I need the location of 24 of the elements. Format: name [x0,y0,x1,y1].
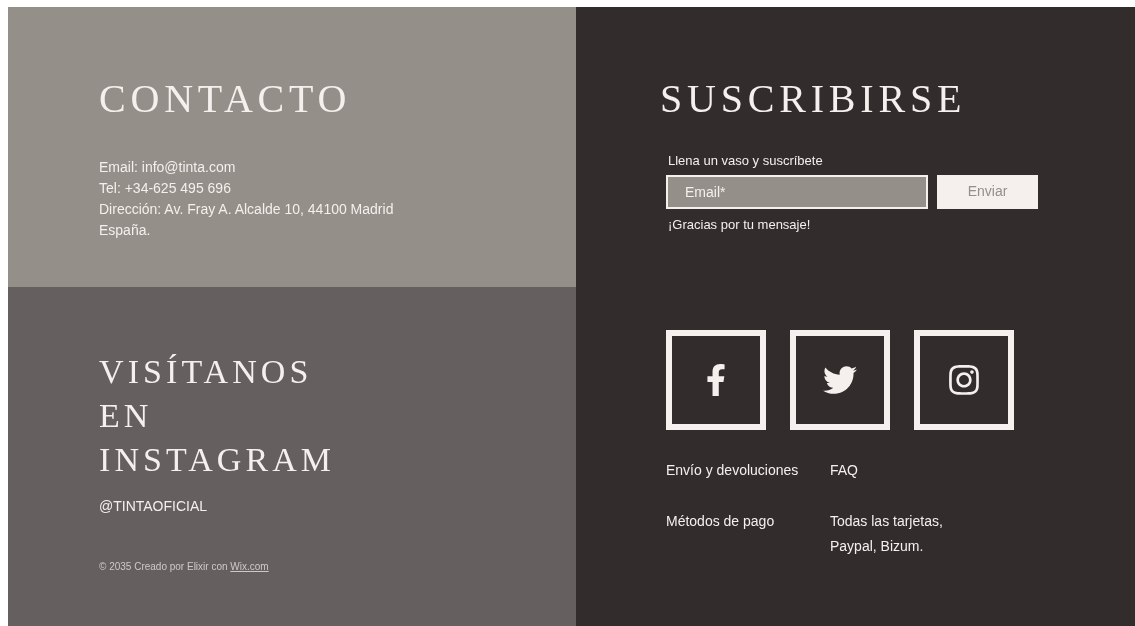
instagram-handle: @TINTAOFICIAL [99,497,208,516]
social-link[interactable] [914,330,1014,430]
contact-line: España. [99,221,152,240]
wix-link[interactable]: Wix.com [230,561,269,572]
subscribe-heading: SUSCRIBIRSE [660,77,967,121]
subscribe-prompt: Llena un vaso y suscríbete [668,152,823,170]
camera-icon [947,363,981,397]
contact-heading: CONTACTO [99,77,353,121]
info-link[interactable]: Envío y devoluciones [666,458,830,483]
instagram-heading: VISÍTANOS [99,352,313,392]
contact-line: Tel: +34-625 495 696 [99,179,232,198]
email-field[interactable]: Email* [666,174,928,209]
confirmation-message: ¡Gracias por tu mensaje! [668,215,811,234]
instagram-heading: EN [99,396,153,436]
bird-icon [823,363,857,397]
info-text: FAQ [830,461,859,480]
social-link[interactable] [790,330,890,430]
instagram-heading: INSTAGRAM [99,440,336,480]
social-link[interactable] [666,330,766,430]
contact-line: Dirección: Av. Fray A. Alcalde 10, 44100 Madrid [99,200,395,219]
info-text: Todas las tarjetas, Paypal, Bizum. [830,512,944,556]
info-link[interactable]: Métodos de pago [666,509,830,559]
contact-line: Email: info@tinta.com [99,158,237,177]
copyright-text: © 2035 Creado por Elixir con Wix.com [99,560,269,574]
